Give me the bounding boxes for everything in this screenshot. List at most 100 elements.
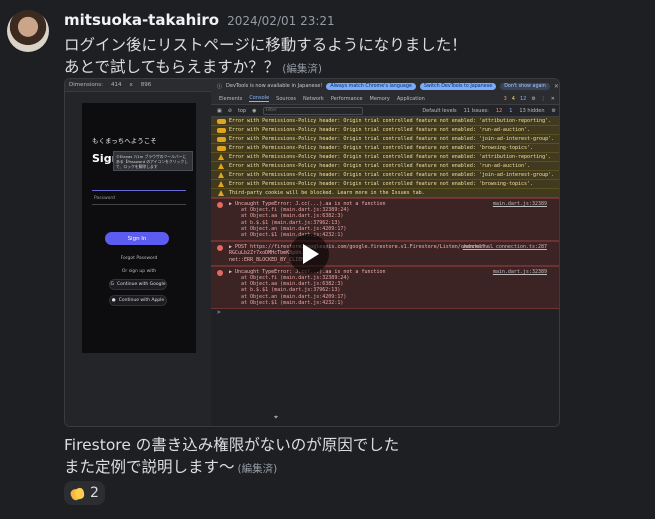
forgot-password-link[interactable]: Forgot Password <box>82 256 196 261</box>
google-icon: G <box>110 282 114 287</box>
message-line-1: ログイン後にリストページに移動するようになりました！ <box>64 36 467 54</box>
message-line-2: あとで試してもらえますか？？ (編集済) <box>64 58 322 76</box>
error-source-link[interactable]: main.dart.js:32389 <box>493 269 547 275</box>
play-button[interactable] <box>289 234 329 274</box>
console-filter-input[interactable]: Filter <box>262 106 363 115</box>
devtools-counters[interactable]: 3 4 12 ⚙ ⋮ ✕ <box>504 96 555 102</box>
clap-icon <box>70 486 85 501</box>
tab-console[interactable]: Console <box>249 95 270 102</box>
tab-performance[interactable]: Performance <box>331 96 363 102</box>
tab-sources[interactable]: Sources <box>276 96 296 102</box>
switch-language-button[interactable]: Switch DevTools to Japanese <box>419 82 497 90</box>
message-line-3: Firestore の書き込み権限がないのが原因でした <box>64 436 400 454</box>
console-error-block: ▶ Uncaught TypeError: J.cc(...).aa is no… <box>211 198 559 242</box>
warning-badge-icon <box>217 119 226 124</box>
device-preview-pane: Dimensions: 414 x 896 もくまっちへようこそ Sign In… <box>65 79 211 426</box>
apple-signin-button[interactable]: ● Continue with Apple <box>109 295 167 306</box>
eye-icon[interactable]: ◉ <box>252 108 256 114</box>
gear-icon[interactable]: ⚙ <box>531 96 535 102</box>
tab-memory[interactable]: Memory <box>370 96 390 102</box>
play-icon <box>303 244 319 264</box>
device-width[interactable]: 414 <box>111 82 122 88</box>
error-count: 3 <box>503 95 507 102</box>
edited-label: (編集済) <box>237 463 278 475</box>
warning-icon <box>218 172 224 178</box>
warning-icon <box>218 190 224 196</box>
log-levels-select[interactable]: Default levels <box>422 108 456 114</box>
devtools-pane: ⓘ DevTools is now available in Japanese!… <box>211 79 559 426</box>
username[interactable]: mitsuoka-takahiro <box>64 11 219 29</box>
device-select[interactable]: Dimensions: <box>69 82 103 88</box>
console-toolbar: ▣ ⊘ top ◉ Filter Default levels 11 Issue… <box>211 105 559 117</box>
timestamp: 2024/02/01 23:21 <box>227 14 335 28</box>
console-error-block: ▶ POST https://firestore.googleapis.com/… <box>211 241 559 266</box>
dont-show-again-button[interactable]: Don't show again <box>500 82 550 90</box>
message-header: mitsuoka-takahiro 2024/02/01 23:21 <box>64 11 335 29</box>
console-warning-row: Error with Permissions-Policy header: Or… <box>211 144 559 153</box>
device-height[interactable]: 896 <box>141 82 152 88</box>
google-signin-button[interactable]: G Continue with Google <box>109 279 167 290</box>
issues-info-count: 1 <box>509 107 513 114</box>
warning-icon <box>218 163 224 169</box>
console-warning-row: Error with Permissions-Policy header: Or… <box>211 180 559 189</box>
error-icon <box>217 269 223 276</box>
message-line-4: また定例で説明します〜 (編集済) <box>64 458 278 476</box>
device-toolbar: Dimensions: 414 x 896 <box>65 79 211 92</box>
mouse-cursor-icon: ⌖ <box>274 413 278 421</box>
error-source-link[interactable]: webchannel_connection.ts:287 <box>463 244 547 250</box>
error-icon <box>217 202 223 208</box>
hidden-count: 13 hidden <box>519 107 545 114</box>
console-prompt[interactable]: > <box>211 309 559 319</box>
info-icon: ⓘ <box>217 83 223 90</box>
tab-application[interactable]: Application <box>397 96 425 102</box>
console-error-block: ▶ Uncaught TypeError: J.cc(...).aa is no… <box>211 265 559 310</box>
warning-badge-icon <box>217 128 226 133</box>
context-select[interactable]: top <box>238 108 246 114</box>
clear-console-icon[interactable]: ⊘ <box>228 108 232 114</box>
password-field[interactable] <box>92 191 186 205</box>
apple-icon: ● <box>111 298 116 303</box>
warning-count: 4 <box>511 95 515 102</box>
console-warning-row: Error with Permissions-Policy header: Or… <box>211 171 559 180</box>
console-settings-icon[interactable]: ⚙ <box>552 108 556 114</box>
console-warning-row: Error with Permissions-Policy header: Or… <box>211 153 559 162</box>
console-warning-row: Error with Permissions-Policy header: Or… <box>211 135 559 144</box>
dimension-separator: x <box>129 82 133 88</box>
devtools-tabs: Elements Console Sources Network Perform… <box>211 93 559 105</box>
error-status: net::ERR_BLOCKED_BY_CLIENT <box>229 256 308 263</box>
console-warning-row: Third-party cookie will be blocked. Lear… <box>211 189 559 198</box>
close-devtools-icon[interactable]: ✕ <box>551 96 555 102</box>
console-output: Error with Permissions-Policy header: Or… <box>211 117 559 319</box>
issues-label[interactable]: 11 Issues: <box>464 108 489 114</box>
always-match-button[interactable]: Always match Chrome's language <box>326 82 416 90</box>
user-avatar[interactable] <box>7 10 49 52</box>
apple-label: Continue with Apple <box>118 298 165 303</box>
signin-button[interactable]: Sign In <box>105 232 169 245</box>
close-icon[interactable]: ✕ <box>554 83 559 90</box>
edited-label: (編集済) <box>282 63 322 75</box>
infobar-text: DevTools is now available in Japanese! <box>226 83 323 89</box>
stack-frame[interactable]: at Object.$1 (main.dart.js:4232:1) <box>229 232 557 238</box>
warning-badge-icon <box>217 137 226 142</box>
sidebar-toggle-icon[interactable]: ▣ <box>217 108 222 114</box>
video-attachment[interactable]: Dimensions: 414 x 896 もくまっちへようこそ Sign In… <box>64 78 560 427</box>
warning-icon <box>218 181 224 187</box>
reaction-count: 2 <box>90 485 99 501</box>
reaction-clap[interactable]: 2 <box>64 481 105 505</box>
console-warning-row: Error with Permissions-Policy header: Or… <box>211 126 559 135</box>
console-warning-row: Error with Permissions-Policy header: Or… <box>211 117 559 126</box>
email-field[interactable] <box>92 177 186 191</box>
password-tooltip: ©Elanas 7/1m ブラウザのツールバーにある【Password のアイコ… <box>113 151 193 171</box>
tab-elements[interactable]: Elements <box>219 96 242 102</box>
console-warning-row: Error with Permissions-Policy header: Or… <box>211 162 559 171</box>
stack-frame[interactable]: at Object.$1 (main.dart.js:4232:1) <box>229 300 557 306</box>
warning-icon <box>218 154 224 160</box>
welcome-text: もくまっちへようこそ <box>92 137 157 145</box>
google-label: Continue with Google <box>116 282 166 287</box>
warning-badge-icon <box>217 146 226 151</box>
or-signup-text: Or sign up with <box>121 269 157 274</box>
tab-network[interactable]: Network <box>303 96 324 102</box>
error-source-link[interactable]: main.dart.js:32389 <box>493 201 547 207</box>
phone-screen: もくまっちへようこそ Sign In ©Elanas 7/1m ブラウザのツール… <box>82 103 196 353</box>
more-icon[interactable]: ⋮ <box>541 96 546 102</box>
